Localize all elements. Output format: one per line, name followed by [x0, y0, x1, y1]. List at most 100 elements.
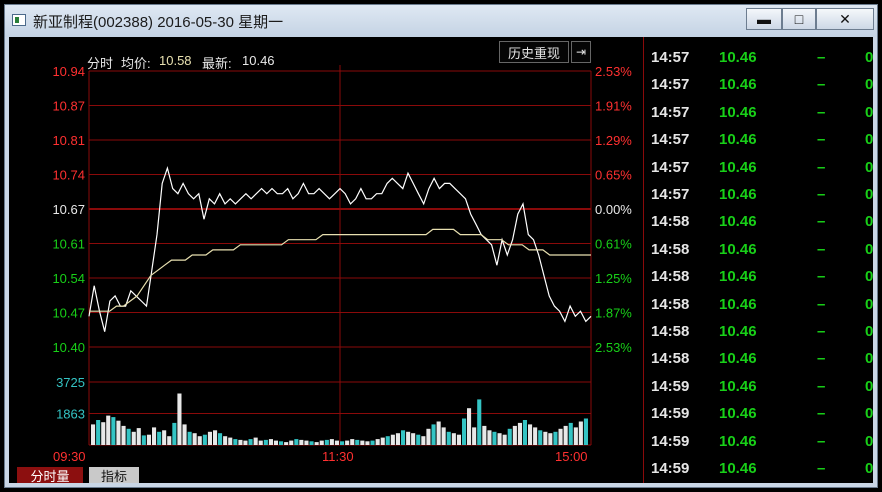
volume-bar: [187, 431, 192, 445]
volume-bar: [467, 408, 472, 445]
tick-price: 10.46: [719, 323, 757, 340]
volume-bar: [299, 439, 304, 445]
title-bar[interactable]: 新亚制程(002388) 2016-05-30 星期一 ▬ □ ✕: [5, 5, 877, 37]
tick-time: 14:57: [651, 131, 690, 149]
tick-direction: –: [817, 323, 826, 340]
tick-volume: 0: [865, 240, 874, 258]
volume-bar: [431, 424, 436, 445]
volume-bar: [329, 439, 334, 445]
maximize-button[interactable]: □: [782, 8, 816, 30]
tick-time: 14:59: [651, 460, 690, 477]
volume-bar: [243, 440, 248, 445]
pct-axis-label: 0.00%: [595, 202, 632, 217]
volume-bar: [462, 418, 467, 445]
tick-time: 14:59: [651, 377, 690, 395]
close-button[interactable]: ✕: [816, 8, 874, 30]
volume-bar: [233, 439, 238, 445]
volume-bar: [284, 442, 289, 445]
volume-bar: [111, 417, 116, 445]
volume-bar: [279, 441, 284, 445]
tick-time: 14:58: [651, 213, 690, 231]
volume-bar: [538, 430, 543, 445]
intraday-chart[interactable]: 10.94 10.87 10.81 10.74 10.67 10.61 10.54 10.47…: [9, 37, 643, 467]
tick-price: 10.46: [719, 158, 757, 176]
tick-time: 14:57: [651, 158, 690, 176]
tick-row: 14:57 10.46 – 0: [647, 76, 873, 103]
price-axis-label: 10.87: [52, 99, 85, 114]
volume-bar: [202, 434, 207, 445]
volume-bar: [365, 441, 370, 445]
volume-bar: [370, 440, 375, 445]
price-axis-label: 10.67: [52, 202, 85, 217]
tick-row: 14:58 10.46 – 0: [647, 350, 873, 377]
tick-row: 14:59 10.46 – 0: [647, 378, 873, 405]
volume-bar: [334, 440, 339, 445]
tick-volume: 0: [865, 213, 874, 231]
tick-time: 14:58: [651, 323, 690, 340]
volume-bar: [533, 427, 538, 445]
tick-direction: –: [817, 131, 826, 149]
app-icon: [12, 14, 26, 26]
pct-axis-label: 1.25%: [595, 271, 632, 286]
tick-direction: –: [817, 103, 826, 121]
volume-bar: [258, 440, 263, 445]
tick-volume: 0: [865, 432, 874, 450]
price-axis-label: 10.94: [52, 64, 85, 79]
volume-bar: [482, 425, 487, 445]
tick-price: 10.46: [719, 405, 757, 423]
volume-bar: [146, 434, 151, 445]
tick-direction: –: [817, 295, 826, 313]
volume-bar: [568, 422, 573, 445]
window-title: 新亚制程(002388) 2016-05-30 星期一: [33, 14, 284, 31]
volume-bar: [273, 440, 278, 445]
volume-bar: [177, 393, 182, 445]
price-axis-label: 10.54: [52, 271, 85, 286]
volume-bar: [355, 439, 360, 445]
volume-bar: [319, 440, 324, 445]
volume-bar: [289, 440, 294, 445]
maximize-icon: □: [794, 11, 804, 27]
tick-price: 10.46: [719, 295, 757, 313]
volume-bar: [416, 434, 421, 445]
volume-bar: [385, 436, 390, 445]
pct-axis-label: 1.29%: [595, 133, 632, 148]
volume-bar: [548, 433, 553, 445]
tick-time: 14:58: [651, 295, 690, 313]
tab-time-volume[interactable]: 分时量: [17, 467, 83, 484]
tick-time: 14:57: [651, 49, 690, 66]
app-window: 新亚制程(002388) 2016-05-30 星期一 ▬ □ ✕ 分时 均价:…: [4, 4, 878, 488]
pct-axis-label: 1.87%: [595, 306, 632, 321]
volume-bar: [421, 436, 426, 445]
minimize-button[interactable]: ▬: [746, 8, 782, 30]
tick-row: 14:59 10.46 – 0: [647, 460, 873, 487]
volume-bar: [182, 424, 187, 445]
volume-bar: [553, 431, 558, 445]
panel-divider: [643, 37, 644, 483]
volume-bar: [157, 431, 162, 445]
tick-price: 10.46: [719, 240, 757, 258]
volume-bar: [96, 420, 101, 445]
volume-bar: [263, 439, 268, 445]
volume-bar: [131, 431, 136, 445]
time-axis-label: 15:00: [555, 449, 588, 464]
volume-bar: [578, 421, 583, 445]
volume-bar: [121, 425, 126, 445]
tick-row: 14:57 10.46 – 0: [647, 49, 873, 76]
volume-bar: [213, 430, 218, 445]
minimize-icon: ▬: [757, 11, 771, 27]
tick-time: 14:57: [651, 103, 690, 121]
tick-price: 10.46: [719, 460, 757, 477]
volume-bar: [507, 428, 512, 445]
volume-bar: [192, 433, 197, 445]
pct-axis-label: 2.53%: [595, 64, 632, 79]
tick-volume: 0: [865, 295, 874, 313]
close-icon: ✕: [839, 10, 851, 27]
volume-bar: [162, 430, 167, 445]
tick-volume: 0: [865, 377, 874, 395]
tick-row: 14:57 10.46 – 0: [647, 186, 873, 213]
tick-direction: –: [817, 377, 826, 395]
time-axis-label: 09:30: [53, 449, 86, 464]
tab-indicator[interactable]: 指标: [89, 467, 139, 484]
tick-price: 10.46: [719, 213, 757, 231]
volume-bar: [446, 431, 451, 445]
